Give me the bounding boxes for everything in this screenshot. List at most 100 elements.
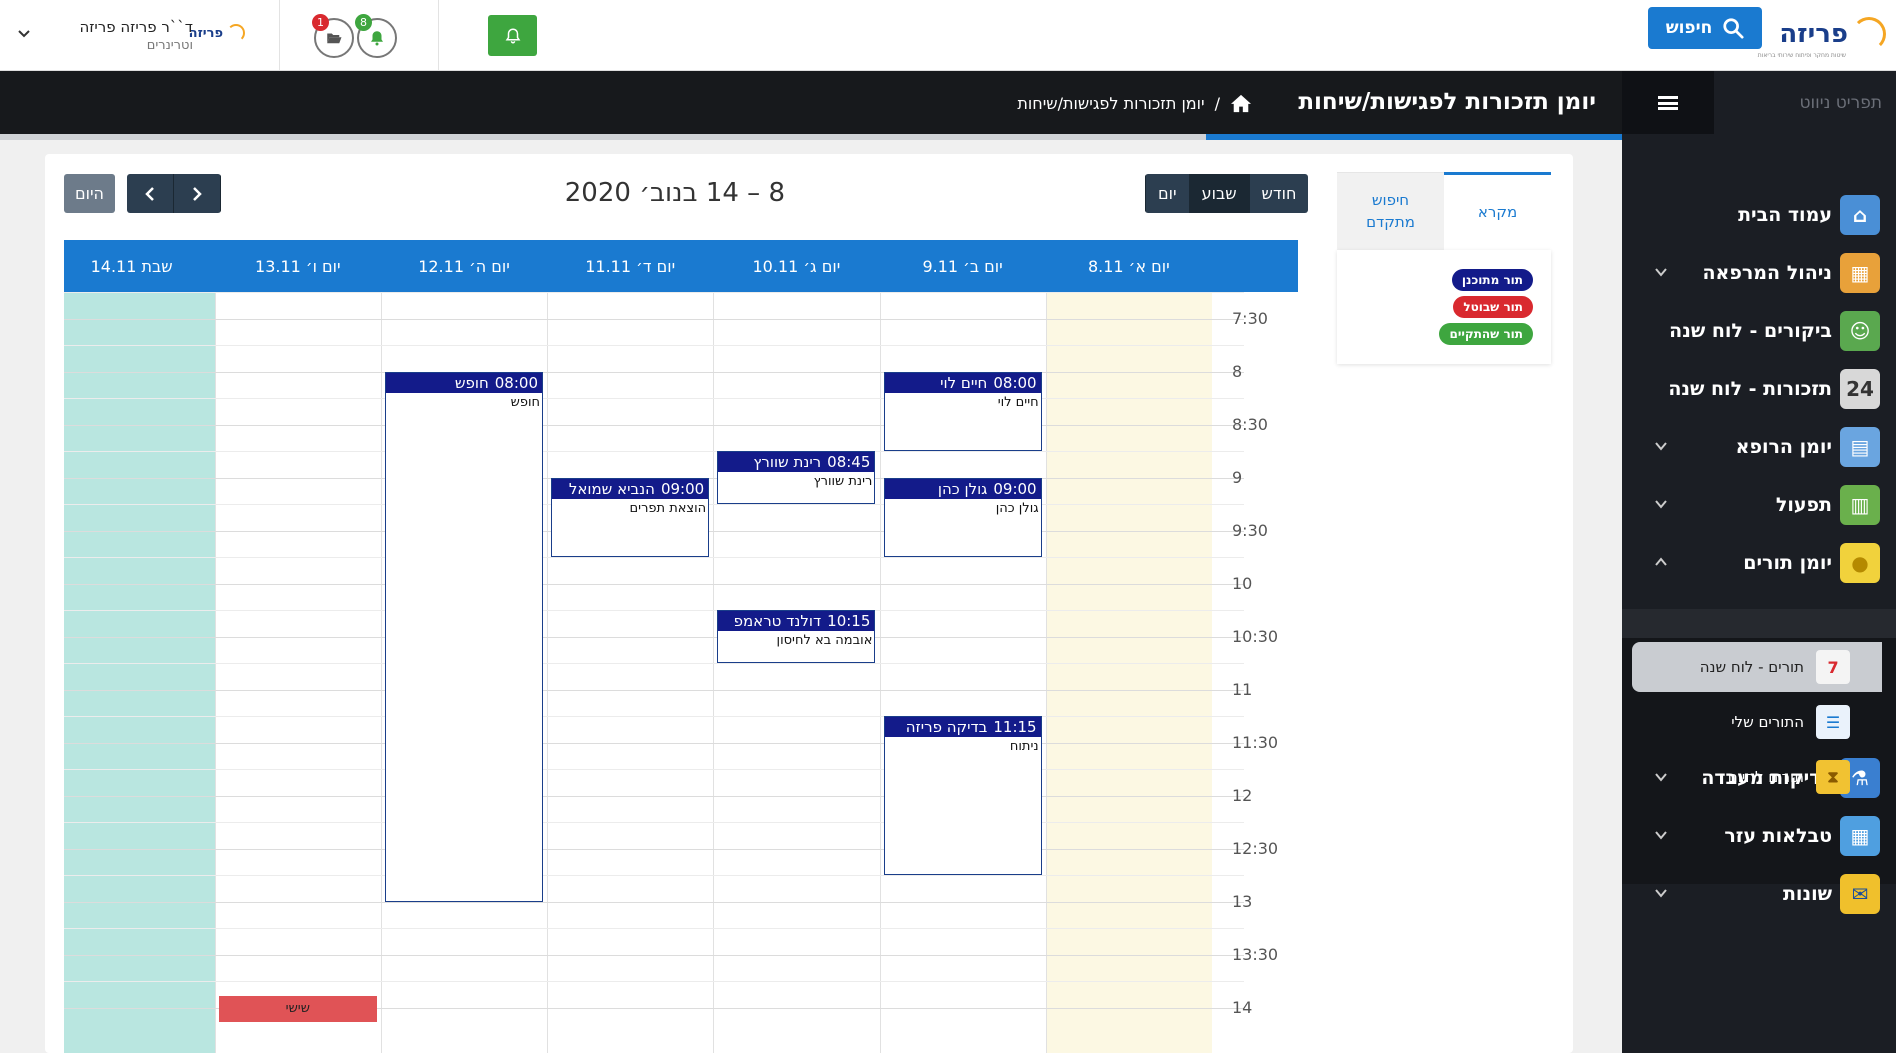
sidebar-item-home[interactable]: ⌂ עמוד הבית [1622,185,1896,245]
user-role: וטרינרים [146,38,193,53]
grid-line [64,742,1244,744]
previous-button[interactable] [127,174,174,213]
chevron-left-icon [145,186,154,201]
grid-line [64,928,1244,929]
alerts-button[interactable] [488,15,537,56]
view-day-button[interactable]: יום [1145,174,1189,213]
next-button[interactable] [174,174,221,213]
page-header: יומן תזכורות לפגישות/שיחות / יומן תזכורו… [0,71,1622,134]
grid-line [64,875,1244,876]
legend-panel: תור מתוכנן תור שבוטל תור שהתקיים [1337,250,1551,364]
view-switcher: חודש שבוע יום [1145,174,1309,213]
calendar-7-icon: 7 [1816,650,1850,684]
event-description: הוצאת תפרים [629,500,707,516]
sidebar-item-visits[interactable]: ☺ ביקורים - לוח שנה [1622,301,1896,361]
bell-icon [371,31,383,46]
tables-icon: ▦ [1840,816,1880,856]
home-icon[interactable] [1230,93,1252,113]
grid-line [64,345,1244,346]
sidebar-subitem-my-appointments[interactable]: ☰ התורים שלי [1622,697,1896,747]
sidebar-item-clinic[interactable]: ▦ ניהול המרפאה [1622,243,1896,303]
grid-line [64,292,1244,293]
time-label: 7:30 [1232,308,1268,328]
view-month-button[interactable]: חודש [1248,174,1309,213]
sidebar-subitem-hourglass[interactable]: ⧗ תורים להיום [1622,752,1896,802]
event-title: הנביא שמואל [568,479,655,498]
time-label: 14 [1232,997,1253,1017]
sidebar-item-lightbulb[interactable]: ● יומן תורים [1622,533,1896,593]
day-header: יום ד׳ 11.11 [585,256,676,276]
time-label: 9:30 [1232,520,1268,540]
bell-notifications-button[interactable]: 8 [355,14,397,58]
day-column[interactable] [547,292,713,1053]
chevron-down-icon[interactable] [1654,886,1668,900]
tab-advanced-search[interactable]: חיפוש מתקדם [1337,172,1444,250]
my-appointments-icon: ☰ [1816,705,1850,739]
sidebar-item-label: טבלאות עזר [1724,825,1832,847]
sidebar-item-tables[interactable]: ▦ טבלאות עזר [1622,806,1896,866]
top-bar: פריזה שיטות מחקר ופיתוח שירותי בריאות חי… [0,0,1896,71]
cancelled-event[interactable]: שישי [218,995,377,1022]
day-column[interactable] [214,292,381,1053]
today-button[interactable]: היום [64,174,115,213]
time-label: 8:30 [1232,414,1268,434]
visits-icon: ☺ [1840,311,1880,351]
sidebar-item-label: יומן תורים [1743,552,1832,574]
event-time: 08:00 [494,373,538,392]
appointment-event[interactable]: 09:00 הנביא שמואל הוצאת תפרים [551,477,710,557]
folder-notifications-button[interactable]: 1 [312,14,354,58]
event-description: ניתוח [1009,739,1039,754]
tab-advanced-search-line2: מתקדם [1366,212,1415,231]
sidebar-item-label: ניהול המרפאה [1702,262,1832,284]
chevron-down-icon[interactable] [16,26,32,42]
chevron-down-icon[interactable] [1654,439,1668,453]
view-week-button[interactable]: שבוע [1188,174,1249,213]
calendar-nav [127,174,221,213]
appointment-event[interactable]: 08:00 חיים לוי חיים לוי [883,371,1042,451]
sidebar-subitem-calendar-7[interactable]: 7 תורים - לוח שנה [1632,642,1882,692]
tab-legend[interactable]: מקרא [1444,172,1551,250]
header-underline-accent [1206,134,1622,140]
day-column[interactable] [64,292,215,1053]
event-header: 08:00 חיים לוי [884,372,1041,393]
chevron-up-icon[interactable] [1654,555,1668,569]
appointment-event[interactable]: 10:15 דולנד טראמפ אובמה בא לחיסון [717,610,876,663]
appointment-event[interactable]: 11:15 בדיקה פריזה ניתוח [883,716,1042,875]
legend-tabs: מקרא חיפוש מתקדם [1337,172,1551,250]
day-column[interactable] [1045,292,1212,1053]
sidebar-item-chat[interactable]: ✉ שונות [1622,864,1896,924]
sidebar-item-label: ביקורים - לוח שנה [1669,320,1832,342]
chevron-down-icon[interactable] [1654,828,1668,842]
hamburger-menu-button[interactable] [1622,71,1714,134]
topbar-divider [438,0,439,70]
chevron-down-icon[interactable] [1654,265,1668,279]
chevron-down-icon[interactable] [1654,497,1668,511]
grid-line [64,371,1244,373]
user-menu[interactable]: פריזה ד``ר פריזה פריזה וטרינרים [10,14,245,58]
tab-advanced-search-line1: חיפוש [1371,190,1410,209]
grid-line [64,954,1244,956]
event-header: 11:15 בדיקה פריזה [884,717,1041,737]
grid-line [64,398,1244,399]
brand-logo[interactable]: פריזה שיטות מחקר ופיתוח שירותי בריאות [1758,8,1886,60]
home-icon: ⌂ [1840,195,1880,235]
event-description: חיים לוי [997,394,1039,410]
event-description: גולן כהן [995,500,1039,516]
search-button[interactable]: חיפוש [1648,7,1762,49]
day-column[interactable] [713,292,879,1053]
sidebar-item-operations-chart[interactable]: ▥ תפעול [1622,475,1896,535]
appointment-event[interactable]: 08:45 רינת שוורץ רינת שוורץ [717,451,876,504]
time-label: 10:30 [1232,626,1279,646]
calendar-day-header: יום א׳ 8.11 יום ב׳ 9.11 יום ג׳ 10.11 יום ד׳… [64,240,1298,292]
time-label: 12 [1232,785,1253,805]
sidebar-item-calendar-24[interactable]: 24 תזכורות - לוח שנה [1622,359,1896,419]
event-title: גולן כהן [937,479,988,498]
sidebar-subitem-label: התורים שלי [1731,713,1804,731]
appointment-event[interactable]: 09:00 גולן כהן גולן כהן [883,477,1042,557]
sidebar-title: תפריט ניווט [1799,93,1882,113]
search-button-label: חיפוש [1665,18,1713,38]
logo-swoosh-icon [1852,17,1886,51]
appointment-event[interactable]: 08:00 חופש חופש [385,371,543,902]
sidebar-item-doctor-journal[interactable]: ▤ יומן הרופא [1622,417,1896,477]
operations-chart-icon: ▥ [1840,485,1880,525]
